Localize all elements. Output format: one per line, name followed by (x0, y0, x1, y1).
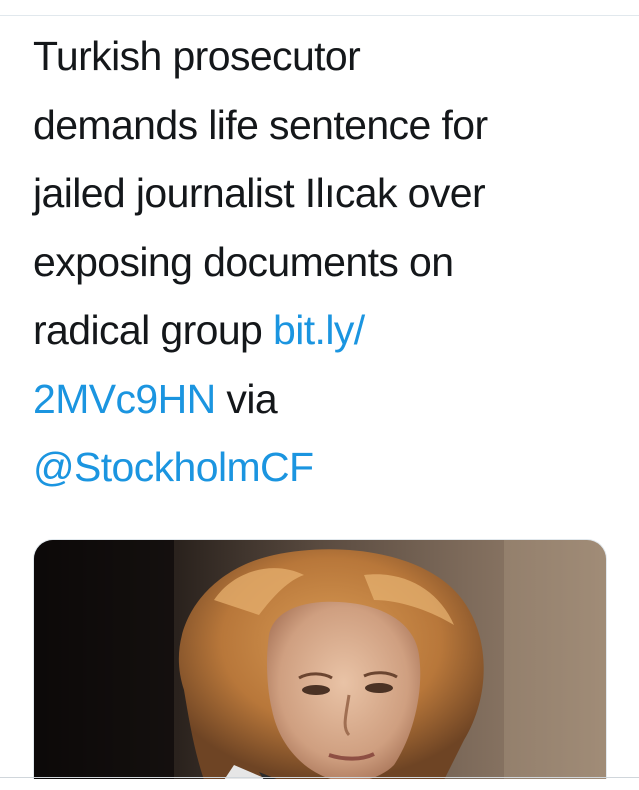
tweet-text: Turkish prosecutor demands life sentence… (33, 22, 613, 502)
short-link-part2[interactable]: 2MVc9HN (33, 376, 216, 422)
via-text: via (215, 375, 278, 422)
tweet-text-line: jailed journalist Ilıcak over (33, 170, 486, 216)
mention-link[interactable]: @StockholmCF (33, 444, 314, 490)
tweet-text-line: demands life sentence for (33, 101, 488, 148)
bottom-divider (0, 777, 639, 778)
top-divider (0, 15, 639, 16)
photo-image (34, 540, 606, 779)
short-link-part1[interactable]: bit.ly/ (273, 307, 365, 353)
tweet-text-segment: radical group (33, 307, 274, 353)
tweet-text-line: exposing documents on (33, 238, 454, 285)
tweet-text-line: 2MVc9HN via (33, 365, 613, 434)
tweet-text-line: Turkish prosecutor (33, 33, 361, 79)
tweet-text-line: radical group bit.ly/ (33, 296, 613, 365)
tweet-text-line: @StockholmCF (33, 433, 613, 502)
media-card[interactable] (33, 539, 607, 779)
